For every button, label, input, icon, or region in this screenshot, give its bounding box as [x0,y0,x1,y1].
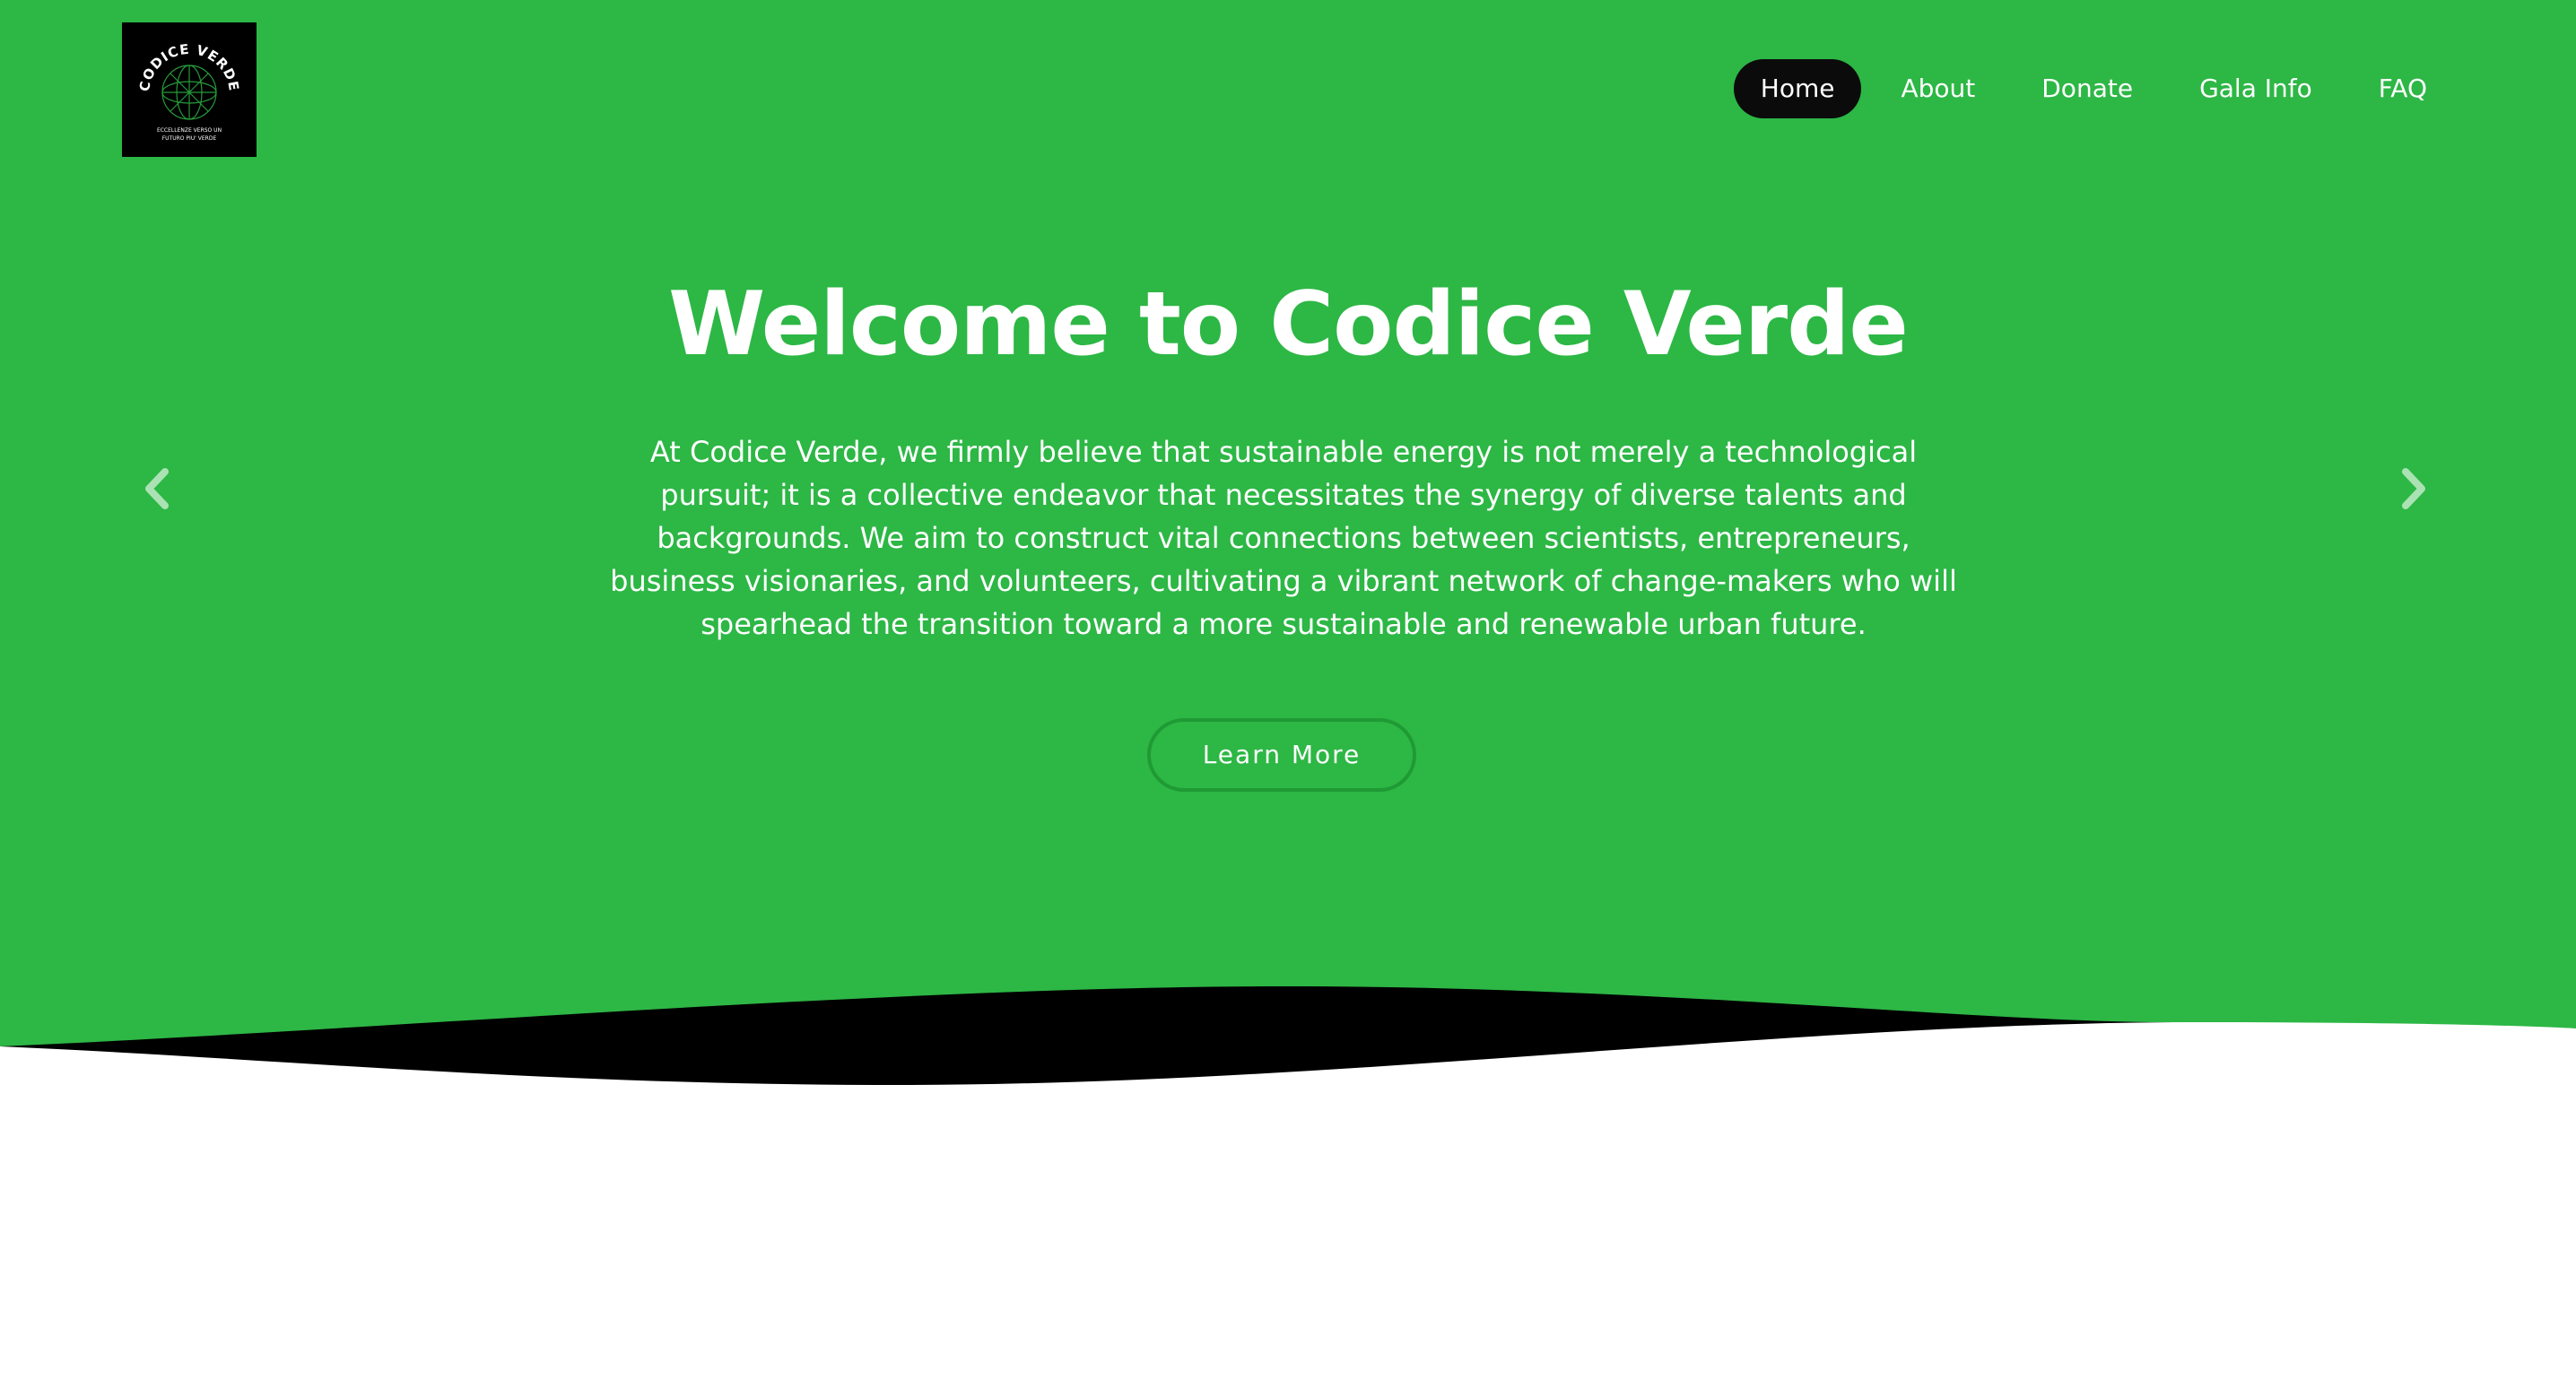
chevron-right-icon [2402,468,2425,509]
nav-about[interactable]: About [1874,59,2002,118]
nav-gala-info[interactable]: Gala Info [2172,59,2339,118]
main-nav: Home About Donate Gala Info FAQ [1733,59,2454,118]
globe-logo-icon: CODICE VERDE ECCELLENZE VERSO UN FUTURO … [136,41,241,142]
site-logo[interactable]: CODICE VERDE ECCELLENZE VERSO UN FUTURO … [122,22,257,157]
nav-faq[interactable]: FAQ [2352,59,2454,118]
carousel-next-button[interactable] [2382,457,2445,520]
hero-description: At Codice Verde, we firmly believe that … [610,435,1957,641]
learn-more-button[interactable]: Learn More [1147,718,1416,792]
hero-section: CODICE VERDE ECCELLENZE VERSO UN FUTURO … [0,0,2576,1103]
logo-tagline-1: ECCELLENZE VERSO UN [157,127,222,134]
hero-wave-divider [0,986,2576,1202]
page: CODICE VERDE ECCELLENZE VERSO UN FUTURO … [0,0,2576,1397]
nav-donate[interactable]: Donate [2015,59,2160,118]
chevron-left-icon [145,468,169,509]
carousel-prev-button[interactable] [126,457,188,520]
hero-title: Welcome to Codice Verde [668,273,1909,376]
logo-tagline-2: FUTURO PIU' VERDE [162,135,217,142]
nav-home[interactable]: Home [1733,59,1862,118]
